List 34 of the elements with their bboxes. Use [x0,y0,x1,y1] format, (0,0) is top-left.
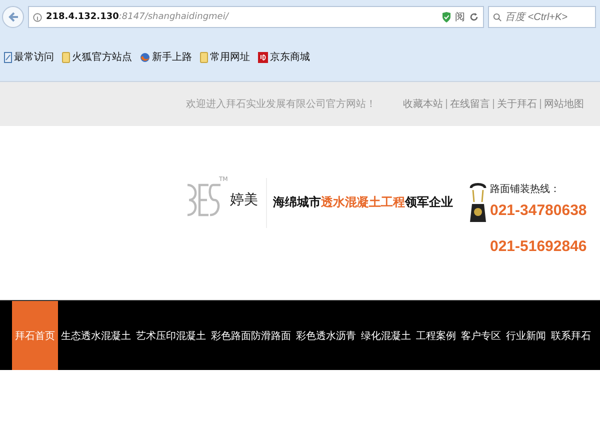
back-arrow-icon [7,11,19,23]
nav-item[interactable]: 客户专区 [459,301,503,370]
bookmark[interactable]: 常用网址 [200,50,250,64]
bookmark[interactable]: 新手上路 [140,50,192,64]
welcome-text: 欢迎进入拜石实业发展有限公司官方网站！ [186,98,376,111]
back-button[interactable] [2,6,24,28]
nav-item[interactable]: 联系拜石 [549,301,593,370]
phone-number: 021-51692846 [490,238,587,255]
bookmark[interactable]: 火狐官方站点 [62,50,132,64]
nav-item[interactable]: 彩色路面防滑路面 [209,301,293,370]
search-icon [493,12,502,22]
bookmark[interactable]: 最常访问 [4,50,54,64]
address-bar[interactable]: 218.4.132.130:8147/shanghaidingmei/ 阅 [28,6,484,28]
nav-item[interactable]: 彩色透水沥青 [294,301,358,370]
store-logo-icon [258,52,268,62]
phone-number: 021-34780638 [490,202,587,219]
info-icon [33,12,42,22]
shield-icon [442,12,451,22]
folder-icon [200,52,208,62]
logo-text: 婷美 [230,191,258,209]
globe-icon [140,52,150,62]
logo-mark-icon [186,182,222,218]
nav-item[interactable]: 行业新闻 [504,301,548,370]
folder-icon [62,52,70,62]
nav-item[interactable]: 艺术压印混凝土 [134,301,208,370]
nav-item[interactable]: 工程案例 [414,301,458,370]
reader-mode-button[interactable]: 阅 [455,10,465,24]
hotline-label: 路面铺装热线： [490,182,561,196]
nav-item[interactable]: 绿化混凝土 [359,301,413,370]
bookmark[interactable]: 京东商城 [258,50,310,64]
page-icon [4,52,12,62]
reload-icon[interactable] [469,12,479,22]
slogan-text: 海绵城市透水混凝土工程领军企业 [273,194,453,211]
nav-item[interactable]: 生态透水混凝土 [59,301,133,370]
